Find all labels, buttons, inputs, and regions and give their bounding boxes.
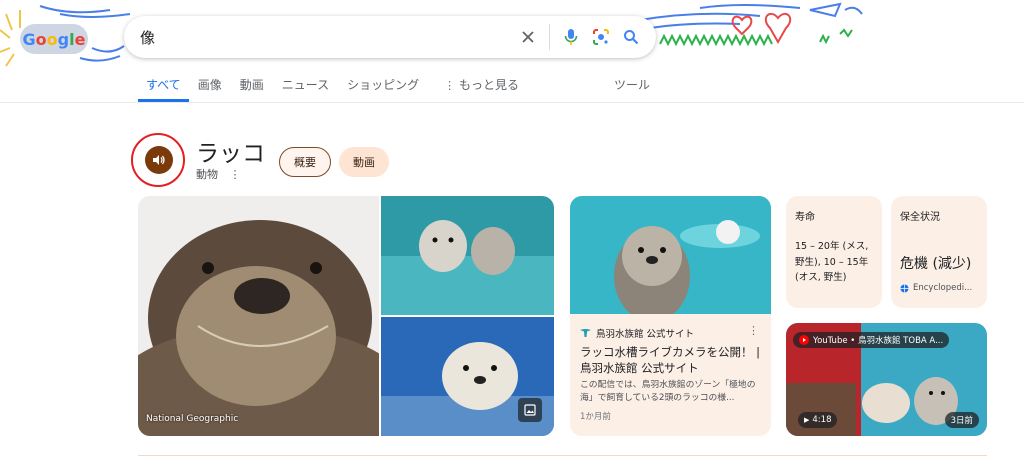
video-card[interactable]: YouTube • 鳥羽水族館 TOBA A... ▶ 4:18 3日前	[786, 323, 987, 436]
logo-letter: o	[46, 29, 58, 49]
otter-photos	[138, 196, 554, 436]
search-icon[interactable]	[616, 22, 646, 52]
speaker-icon	[153, 155, 165, 165]
search-tabs: すべて 画像 動画 ニュース ショッピング ⋮ もっと見る	[138, 76, 528, 102]
tab-all[interactable]: すべて	[138, 76, 189, 102]
article-source-name: 鳥羽水族館 公式サイト	[596, 329, 695, 340]
video-duration: 4:18	[812, 415, 832, 425]
article-card[interactable]: 鳥羽水族館 公式サイト ⋮ ラッコ水槽ライブカメラを公開！ | 鳥羽水族館 公式…	[570, 196, 771, 436]
more-options-icon[interactable]: ⋮	[748, 324, 759, 337]
image-icon[interactable]	[518, 398, 542, 422]
logo-letter: G	[22, 29, 36, 49]
fact-value: 15 – 20年 (メス, 野生), 10 – 15年 (オス, 野生)	[795, 241, 869, 283]
tab-videos[interactable]: 動画	[231, 76, 273, 102]
entity-type: 動物	[196, 168, 218, 181]
article-source[interactable]: 鳥羽水族館 公式サイト	[580, 326, 694, 340]
article-thumbnail	[570, 196, 771, 322]
video-duration-badge: ▶ 4:18	[798, 412, 838, 428]
fact-value: 危機 (減少)	[900, 256, 972, 272]
site-favicon-icon	[580, 329, 591, 337]
overview-chip[interactable]: 概要	[279, 147, 331, 177]
entity-title: ラッコ	[196, 141, 265, 167]
google-doodle-logo[interactable]: Google	[20, 24, 88, 54]
microphone-icon[interactable]	[556, 22, 586, 52]
tab-images[interactable]: 画像	[189, 76, 231, 102]
section-divider	[138, 455, 987, 456]
search-input[interactable]: 像	[140, 27, 513, 48]
logo-letter: e	[74, 29, 86, 49]
pronunciation-button[interactable]	[145, 146, 173, 174]
camera-lens-icon[interactable]	[586, 22, 616, 52]
image-gallery[interactable]: National Geographic	[138, 196, 554, 436]
video-channel: YouTube • 鳥羽水族館 TOBA A...	[813, 336, 944, 346]
search-box[interactable]: 像	[124, 16, 656, 58]
fact-source-name: Encyclopedi...	[913, 283, 973, 293]
video-age: 3日前	[944, 412, 979, 428]
article-snippet: この配信では、鳥羽水族館のゾーン「極地の海」で飼育している2頭のラッコの様...	[580, 380, 756, 403]
logo-letter: g	[57, 29, 70, 49]
tab-news[interactable]: ニュース	[273, 76, 338, 102]
fact-source[interactable]: Encyclopedi...	[900, 283, 978, 293]
play-icon: ▶	[804, 416, 810, 424]
fact-card-conservation[interactable]: 保全状況 危機 (減少) Encyclopedi...	[891, 196, 987, 308]
image-credit: National Geographic	[146, 414, 239, 424]
search-divider	[549, 24, 550, 50]
tools-button[interactable]: ツール	[614, 76, 650, 93]
logo-letter: o	[35, 29, 47, 49]
more-vert-icon: ⋮	[444, 79, 456, 92]
globe-icon	[900, 283, 909, 293]
entity-subtitle: 動物 ⋮	[196, 166, 241, 182]
tab-more-label: もっと見る	[458, 78, 519, 92]
tab-shopping[interactable]: ショッピング	[338, 76, 428, 102]
article-date: 1か月前	[580, 412, 611, 422]
youtube-icon	[799, 335, 809, 345]
fact-card-lifespan[interactable]: 寿命 15 – 20年 (メス, 野生), 10 – 15年 (オス, 野生)	[786, 196, 882, 308]
tabs-divider	[0, 102, 1024, 103]
article-title[interactable]: ラッコ水槽ライブカメラを公開！ | 鳥羽水族館 公式サイト	[580, 344, 762, 376]
fact-label: 保全状況	[900, 212, 940, 223]
fact-label: 寿命	[795, 212, 815, 223]
tab-more[interactable]: ⋮ もっと見る	[428, 76, 528, 102]
more-options-icon[interactable]: ⋮	[230, 168, 241, 181]
video-channel-badge: YouTube • 鳥羽水族館 TOBA A...	[793, 332, 950, 348]
close-icon[interactable]	[513, 22, 543, 52]
videos-chip[interactable]: 動画	[339, 147, 389, 177]
